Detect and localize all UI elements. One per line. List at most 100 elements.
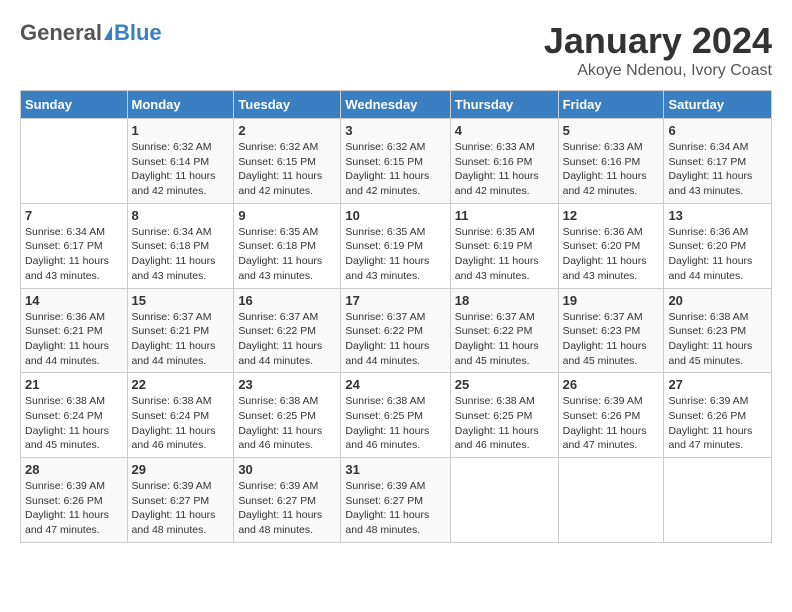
day-number: 10 — [345, 208, 445, 223]
day-info: Sunrise: 6:35 AMSunset: 6:18 PMDaylight:… — [238, 225, 336, 284]
day-cell: 7 Sunrise: 6:34 AMSunset: 6:17 PMDaylight… — [21, 203, 128, 288]
day-cell: 23 Sunrise: 6:38 AMSunset: 6:25 PMDayligh… — [234, 373, 341, 458]
day-info: Sunrise: 6:38 AMSunset: 6:25 PMDaylight:… — [345, 394, 445, 453]
week-row-2: 7 Sunrise: 6:34 AMSunset: 6:17 PMDaylight… — [21, 203, 772, 288]
day-number: 12 — [563, 208, 660, 223]
day-number: 18 — [455, 293, 554, 308]
day-number: 23 — [238, 377, 336, 392]
month-title: January 2024 — [544, 20, 772, 62]
header-row: SundayMondayTuesdayWednesdayThursdayFrid… — [21, 91, 772, 119]
day-cell: 30 Sunrise: 6:39 AMSunset: 6:27 PMDayligh… — [234, 458, 341, 543]
logo: General Blue — [20, 20, 162, 46]
day-cell: 6 Sunrise: 6:34 AMSunset: 6:17 PMDaylight… — [664, 119, 772, 204]
week-row-4: 21 Sunrise: 6:38 AMSunset: 6:24 PMDayligh… — [21, 373, 772, 458]
day-info: Sunrise: 6:37 AMSunset: 6:22 PMDaylight:… — [455, 310, 554, 369]
day-number: 9 — [238, 208, 336, 223]
day-info: Sunrise: 6:39 AMSunset: 6:27 PMDaylight:… — [345, 479, 445, 538]
day-info: Sunrise: 6:38 AMSunset: 6:24 PMDaylight:… — [25, 394, 123, 453]
day-number: 1 — [132, 123, 230, 138]
day-number: 3 — [345, 123, 445, 138]
day-cell: 19 Sunrise: 6:37 AMSunset: 6:23 PMDayligh… — [558, 288, 664, 373]
day-number: 4 — [455, 123, 554, 138]
day-number: 15 — [132, 293, 230, 308]
day-cell: 8 Sunrise: 6:34 AMSunset: 6:18 PMDaylight… — [127, 203, 234, 288]
logo-icon — [104, 26, 112, 40]
column-header-saturday: Saturday — [664, 91, 772, 119]
day-info: Sunrise: 6:36 AMSunset: 6:20 PMDaylight:… — [563, 225, 660, 284]
day-cell: 3 Sunrise: 6:32 AMSunset: 6:15 PMDaylight… — [341, 119, 450, 204]
day-info: Sunrise: 6:34 AMSunset: 6:17 PMDaylight:… — [668, 140, 767, 199]
column-header-tuesday: Tuesday — [234, 91, 341, 119]
day-cell — [450, 458, 558, 543]
day-number: 11 — [455, 208, 554, 223]
day-number: 19 — [563, 293, 660, 308]
day-info: Sunrise: 6:32 AMSunset: 6:15 PMDaylight:… — [345, 140, 445, 199]
day-cell: 21 Sunrise: 6:38 AMSunset: 6:24 PMDayligh… — [21, 373, 128, 458]
title-block: January 2024 Akoye Ndenou, Ivory Coast — [544, 20, 772, 80]
column-header-wednesday: Wednesday — [341, 91, 450, 119]
day-number: 31 — [345, 462, 445, 477]
day-number: 30 — [238, 462, 336, 477]
column-header-thursday: Thursday — [450, 91, 558, 119]
day-cell: 5 Sunrise: 6:33 AMSunset: 6:16 PMDaylight… — [558, 119, 664, 204]
day-cell: 13 Sunrise: 6:36 AMSunset: 6:20 PMDayligh… — [664, 203, 772, 288]
day-info: Sunrise: 6:34 AMSunset: 6:18 PMDaylight:… — [132, 225, 230, 284]
day-number: 26 — [563, 377, 660, 392]
day-info: Sunrise: 6:37 AMSunset: 6:21 PMDaylight:… — [132, 310, 230, 369]
logo-general-text: General — [20, 20, 102, 46]
column-header-sunday: Sunday — [21, 91, 128, 119]
day-info: Sunrise: 6:36 AMSunset: 6:21 PMDaylight:… — [25, 310, 123, 369]
day-cell — [21, 119, 128, 204]
day-cell: 18 Sunrise: 6:37 AMSunset: 6:22 PMDayligh… — [450, 288, 558, 373]
day-number: 16 — [238, 293, 336, 308]
day-cell: 14 Sunrise: 6:36 AMSunset: 6:21 PMDayligh… — [21, 288, 128, 373]
day-number: 22 — [132, 377, 230, 392]
day-info: Sunrise: 6:37 AMSunset: 6:23 PMDaylight:… — [563, 310, 660, 369]
day-number: 8 — [132, 208, 230, 223]
day-info: Sunrise: 6:38 AMSunset: 6:24 PMDaylight:… — [132, 394, 230, 453]
day-info: Sunrise: 6:36 AMSunset: 6:20 PMDaylight:… — [668, 225, 767, 284]
day-cell: 1 Sunrise: 6:32 AMSunset: 6:14 PMDaylight… — [127, 119, 234, 204]
day-info: Sunrise: 6:39 AMSunset: 6:26 PMDaylight:… — [25, 479, 123, 538]
day-cell: 15 Sunrise: 6:37 AMSunset: 6:21 PMDayligh… — [127, 288, 234, 373]
day-info: Sunrise: 6:39 AMSunset: 6:26 PMDaylight:… — [563, 394, 660, 453]
day-info: Sunrise: 6:34 AMSunset: 6:17 PMDaylight:… — [25, 225, 123, 284]
day-number: 7 — [25, 208, 123, 223]
day-info: Sunrise: 6:35 AMSunset: 6:19 PMDaylight:… — [455, 225, 554, 284]
day-cell: 16 Sunrise: 6:37 AMSunset: 6:22 PMDayligh… — [234, 288, 341, 373]
day-number: 21 — [25, 377, 123, 392]
day-cell: 27Sunrise: 6:39 AMSunset: 6:26 PMDayligh… — [664, 373, 772, 458]
day-info: Sunrise: 6:39 AMSunset: 6:27 PMDaylight:… — [238, 479, 336, 538]
day-number: 5 — [563, 123, 660, 138]
page-header: General Blue January 2024 Akoye Ndenou, … — [20, 20, 772, 80]
day-info: Sunrise: 6:37 AMSunset: 6:22 PMDaylight:… — [238, 310, 336, 369]
day-info: Sunrise: 6:33 AMSunset: 6:16 PMDaylight:… — [563, 140, 660, 199]
day-number: 20 — [668, 293, 767, 308]
day-info: Sunrise: 6:33 AMSunset: 6:16 PMDaylight:… — [455, 140, 554, 199]
day-cell: 26 Sunrise: 6:39 AMSunset: 6:26 PMDayligh… — [558, 373, 664, 458]
week-row-1: 1 Sunrise: 6:32 AMSunset: 6:14 PMDaylight… — [21, 119, 772, 204]
day-info: Sunrise: 6:38 AMSunset: 6:25 PMDaylight:… — [238, 394, 336, 453]
day-cell: 24Sunrise: 6:38 AMSunset: 6:25 PMDayligh… — [341, 373, 450, 458]
day-info: Sunrise: 6:39 AMSunset: 6:27 PMDaylight:… — [132, 479, 230, 538]
day-info: Sunrise: 6:35 AMSunset: 6:19 PMDaylight:… — [345, 225, 445, 284]
day-number: 13 — [668, 208, 767, 223]
column-header-monday: Monday — [127, 91, 234, 119]
day-info: Sunrise: 6:39 AMSunset: 6:26 PMDaylight:… — [668, 394, 767, 453]
day-number: 14 — [25, 293, 123, 308]
day-number: 17 — [345, 293, 445, 308]
day-cell: 28 Sunrise: 6:39 AMSunset: 6:26 PMDayligh… — [21, 458, 128, 543]
day-number: 28 — [25, 462, 123, 477]
day-cell: 25Sunrise: 6:38 AMSunset: 6:25 PMDayligh… — [450, 373, 558, 458]
day-cell — [558, 458, 664, 543]
day-number: 6 — [668, 123, 767, 138]
location-subtitle: Akoye Ndenou, Ivory Coast — [544, 62, 772, 80]
day-cell: 11 Sunrise: 6:35 AMSunset: 6:19 PMDayligh… — [450, 203, 558, 288]
day-cell: 4 Sunrise: 6:33 AMSunset: 6:16 PMDaylight… — [450, 119, 558, 204]
day-cell: 2Sunrise: 6:32 AMSunset: 6:15 PMDaylight… — [234, 119, 341, 204]
day-info: Sunrise: 6:32 AMSunset: 6:14 PMDaylight:… — [132, 140, 230, 199]
week-row-3: 14 Sunrise: 6:36 AMSunset: 6:21 PMDayligh… — [21, 288, 772, 373]
day-number: 29 — [132, 462, 230, 477]
calendar-table: SundayMondayTuesdayWednesdayThursdayFrid… — [20, 90, 772, 543]
column-header-friday: Friday — [558, 91, 664, 119]
